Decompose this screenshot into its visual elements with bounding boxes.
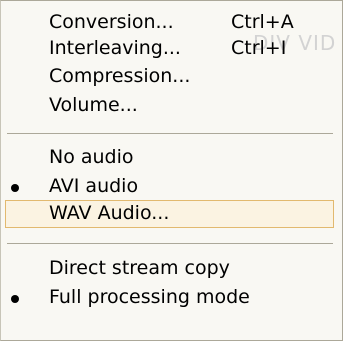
menu-item-no-audio[interactable]: No audio bbox=[5, 144, 334, 172]
menu-separator bbox=[7, 243, 333, 244]
menu-item-label: Conversion... bbox=[49, 11, 174, 33]
menu-item-label: No audio bbox=[49, 146, 134, 168]
menu-item-label: Volume... bbox=[49, 94, 138, 116]
radio-bullet-icon bbox=[11, 184, 19, 192]
menu-item-label: WAV Audio... bbox=[49, 202, 170, 224]
menu-item-label: Compression... bbox=[49, 65, 191, 87]
audio-context-menu: DIV VID Conversion... Ctrl+A Interleavin… bbox=[0, 0, 343, 341]
menu-item-label: Direct stream copy bbox=[49, 257, 230, 279]
menu-item-shortcut: Ctrl+I bbox=[231, 37, 287, 59]
menu-item-label: AVI audio bbox=[49, 175, 139, 197]
menu-item-wav-audio[interactable]: WAV Audio... bbox=[5, 200, 334, 228]
menu-item-shortcut: Ctrl+A bbox=[231, 11, 294, 33]
menu-item-full-processing-mode[interactable]: Full processing mode bbox=[5, 284, 334, 312]
menu-item-conversion[interactable]: Conversion... Ctrl+A bbox=[5, 9, 334, 37]
menu-item-volume[interactable]: Volume... bbox=[5, 92, 334, 120]
radio-bullet-icon bbox=[11, 295, 19, 303]
menu-item-compression[interactable]: Compression... bbox=[5, 63, 334, 91]
menu-item-interleaving[interactable]: Interleaving... Ctrl+I bbox=[5, 35, 334, 63]
menu-item-label: Full processing mode bbox=[49, 286, 250, 308]
menu-item-direct-stream-copy[interactable]: Direct stream copy bbox=[5, 255, 334, 283]
menu-item-label: Interleaving... bbox=[49, 37, 181, 59]
menu-item-avi-audio[interactable]: AVI audio bbox=[5, 173, 334, 201]
menu-separator bbox=[7, 133, 333, 134]
